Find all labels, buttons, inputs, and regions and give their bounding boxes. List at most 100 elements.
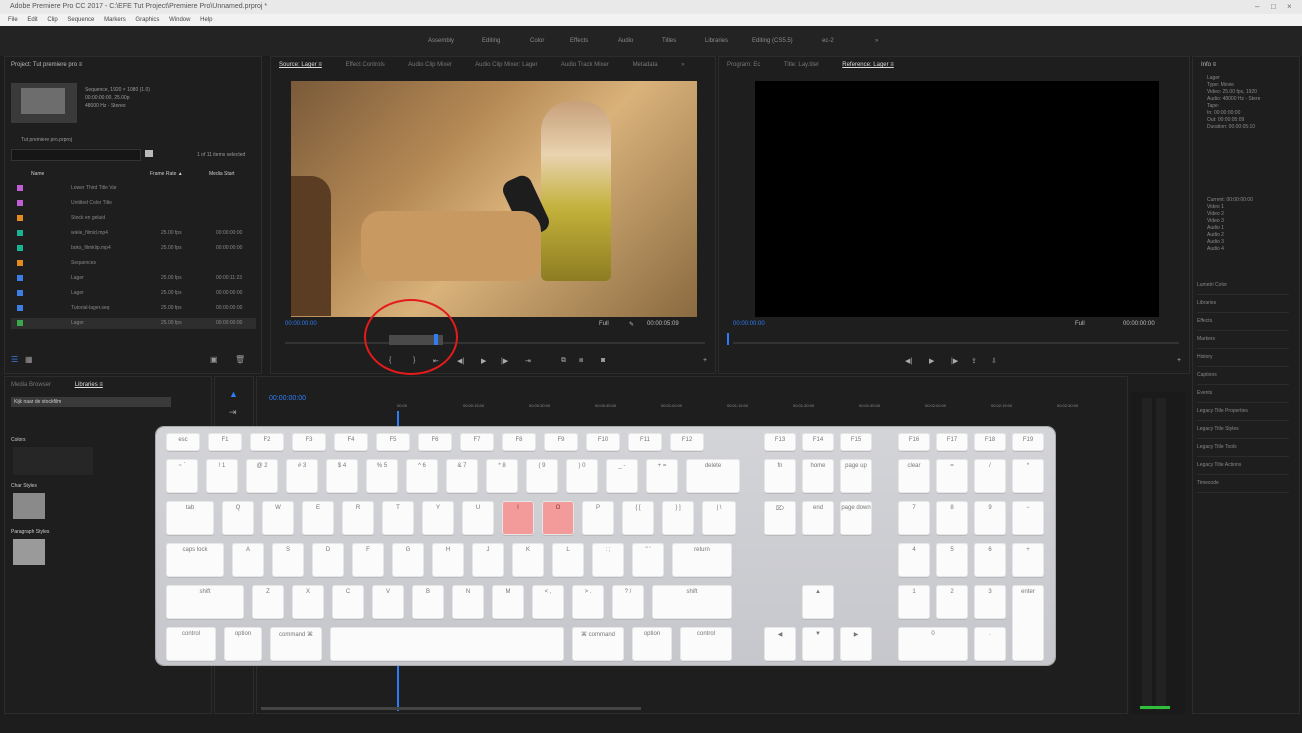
menu-window[interactable]: Window bbox=[169, 17, 190, 23]
tab-media-browser[interactable]: Media Browser bbox=[11, 382, 51, 388]
tab-title[interactable]: Title: Lay.titel bbox=[784, 62, 819, 68]
play-button[interactable]: ▶ bbox=[481, 357, 486, 365]
tab-source[interactable]: Source: Lager ≡ bbox=[279, 62, 322, 68]
selection-tool-icon[interactable]: ▲ bbox=[229, 389, 238, 399]
wrench-icon[interactable]: ✎ bbox=[629, 321, 634, 328]
source-fit-dropdown[interactable]: Full bbox=[599, 321, 609, 327]
list-item[interactable]: Sequences bbox=[11, 258, 256, 269]
list-item[interactable]: boks_filmklip.mp4 25.00 fps 00:00:00:00 bbox=[11, 243, 256, 254]
list-item[interactable]: Lower Third Title Var bbox=[11, 183, 256, 194]
panel-list-item[interactable]: Captions bbox=[1197, 367, 1289, 385]
project-search-input[interactable] bbox=[11, 149, 141, 161]
workspace-titles[interactable]: Titles bbox=[662, 38, 676, 44]
program-play-button[interactable]: ▶ bbox=[929, 357, 934, 365]
menu-clip[interactable]: Clip bbox=[47, 17, 57, 23]
icon-view-icon[interactable]: ▦ bbox=[25, 355, 33, 364]
workspace-editing[interactable]: Editing bbox=[482, 38, 500, 44]
menu-sequence[interactable]: Sequence bbox=[67, 17, 94, 23]
label-color-swatch[interactable] bbox=[17, 185, 23, 191]
minimize-button[interactable]: – bbox=[1255, 0, 1259, 14]
program-step-back-button[interactable]: ◀| bbox=[905, 357, 912, 365]
go-to-out-button[interactable]: ⇥ bbox=[525, 357, 531, 365]
track-select-tool-icon[interactable]: ⇥ bbox=[229, 407, 237, 418]
panel-list-item[interactable]: Legacy Title Actions bbox=[1197, 457, 1289, 475]
workspace-more-button[interactable]: » bbox=[875, 38, 878, 44]
panel-list-item[interactable]: Legacy Title Tools bbox=[1197, 439, 1289, 457]
column-name[interactable]: Name bbox=[31, 171, 44, 177]
label-color-swatch[interactable] bbox=[17, 305, 23, 311]
panel-list-item[interactable]: Legacy Title Styles bbox=[1197, 421, 1289, 439]
workspace-assembly[interactable]: Assembly bbox=[428, 38, 454, 44]
insert-button[interactable]: ⧉ bbox=[561, 357, 566, 365]
program-timecode-in[interactable]: 00:00:00:00 bbox=[733, 321, 765, 327]
paragraph-style-swatch[interactable] bbox=[13, 539, 45, 565]
panel-list-item[interactable]: Timecode bbox=[1197, 475, 1289, 493]
list-item[interactable]: Lager 25.00 fps 00:00:11:23 bbox=[11, 273, 256, 284]
library-search-field[interactable]: Kijk naar de stockfilm bbox=[11, 397, 171, 407]
program-playhead[interactable] bbox=[727, 333, 729, 345]
timeline-ruler[interactable]: 00:00 00:00:15:00 00:00:30:00 00:00:45:00 00… bbox=[397, 403, 1117, 413]
tab-effect-controls[interactable]: Effect Controls bbox=[346, 62, 385, 68]
menu-edit[interactable]: Edit bbox=[27, 17, 37, 23]
menu-markers[interactable]: Markers bbox=[104, 17, 126, 23]
section-char-styles[interactable]: Char Styles bbox=[11, 483, 37, 489]
list-item[interactable]: Stock en geluid bbox=[11, 213, 256, 224]
maximize-button[interactable]: □ bbox=[1271, 0, 1276, 14]
section-paragraph-styles[interactable]: Paragraph Styles bbox=[11, 529, 49, 535]
workspace-audio[interactable]: Audio bbox=[618, 38, 633, 44]
source-scrub-bar[interactable] bbox=[285, 342, 705, 344]
panel-list-item[interactable]: Effects bbox=[1197, 313, 1289, 331]
panel-list-item[interactable]: Events bbox=[1197, 385, 1289, 403]
timeline-scrollbar[interactable] bbox=[261, 707, 641, 710]
label-color-swatch[interactable] bbox=[17, 260, 23, 266]
panel-list-item[interactable]: Libraries bbox=[1197, 295, 1289, 313]
list-item[interactable]: Lager 25.00 fps 00:00:00:00 bbox=[11, 288, 256, 299]
workspace-ec2[interactable]: ec-2 bbox=[822, 38, 834, 44]
panel-list-item[interactable]: Markers bbox=[1197, 331, 1289, 349]
step-back-button[interactable]: ◀| bbox=[457, 357, 464, 365]
program-scrub-bar[interactable] bbox=[733, 342, 1179, 344]
extract-button[interactable]: ⇩ bbox=[991, 357, 997, 365]
tabs-more-button[interactable]: » bbox=[681, 62, 684, 68]
close-window-button[interactable]: × bbox=[1287, 0, 1292, 14]
menu-help[interactable]: Help bbox=[200, 17, 212, 23]
char-style-swatch[interactable] bbox=[13, 493, 45, 519]
workspace-libraries[interactable]: Libraries bbox=[705, 38, 728, 44]
export-frame-button[interactable]: ◙ bbox=[601, 357, 605, 364]
tab-reference[interactable]: Reference: Lager ≡ bbox=[842, 62, 894, 68]
panel-list-item[interactable]: History bbox=[1197, 349, 1289, 367]
column-frame-rate[interactable]: Frame Rate ▲ bbox=[150, 171, 183, 177]
label-color-swatch[interactable] bbox=[17, 200, 23, 206]
tab-audio-clip-mixer-lager[interactable]: Audio Clip Mixer: Lager bbox=[475, 62, 537, 68]
workspace-editing-cs55[interactable]: Editing (CS5.5) bbox=[752, 38, 793, 44]
source-timecode-in[interactable]: 00:00:00:00 bbox=[285, 321, 317, 327]
label-color-swatch[interactable] bbox=[17, 320, 23, 326]
label-color-swatch[interactable] bbox=[17, 230, 23, 236]
label-color-swatch[interactable] bbox=[17, 245, 23, 251]
tab-program[interactable]: Program: Ec bbox=[727, 62, 760, 68]
panel-list-item[interactable]: Lumetri Color bbox=[1197, 277, 1289, 295]
menu-file[interactable]: File bbox=[8, 17, 18, 23]
new-bin-icon[interactable] bbox=[145, 150, 153, 157]
list-view-icon[interactable]: ☰ bbox=[11, 355, 18, 364]
source-add-button[interactable]: + bbox=[703, 357, 707, 364]
lift-button[interactable]: ⇪ bbox=[971, 357, 977, 365]
tab-libraries[interactable]: Libraries ≡ bbox=[75, 382, 103, 388]
program-fit-dropdown[interactable]: Full bbox=[1075, 321, 1085, 327]
section-colors[interactable]: Colors bbox=[11, 437, 25, 443]
list-item[interactable]: Lager 25.00 fps 00:00:00:00 bbox=[11, 318, 256, 329]
tab-metadata[interactable]: Metadata bbox=[633, 62, 658, 68]
new-item-icon[interactable]: ▣ bbox=[210, 355, 218, 364]
list-item[interactable]: Tutorial-lager.seq 25.00 fps 00:00:00:00 bbox=[11, 303, 256, 314]
label-color-swatch[interactable] bbox=[17, 290, 23, 296]
label-color-swatch[interactable] bbox=[17, 275, 23, 281]
menu-graphics[interactable]: Graphics bbox=[135, 17, 159, 23]
program-add-button[interactable]: + bbox=[1177, 357, 1181, 364]
overwrite-button[interactable]: ⧈ bbox=[579, 357, 583, 365]
program-step-forward-button[interactable]: |▶ bbox=[951, 357, 958, 365]
workspace-effects[interactable]: Effects bbox=[570, 38, 588, 44]
column-media-start[interactable]: Media Start bbox=[209, 171, 235, 177]
step-forward-button[interactable]: |▶ bbox=[501, 357, 508, 365]
panel-list-item[interactable]: Legacy Title Properties bbox=[1197, 403, 1289, 421]
tab-audio-track-mixer[interactable]: Audio Track Mixer bbox=[561, 62, 609, 68]
